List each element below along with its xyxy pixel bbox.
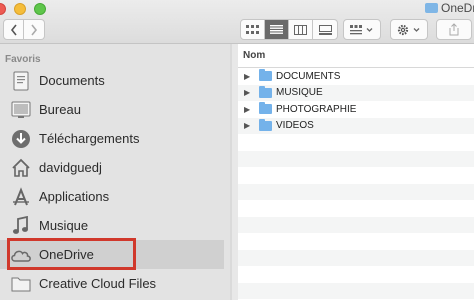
music-icon: [10, 215, 32, 237]
close-window-button[interactable]: [0, 3, 6, 15]
sidebar-item-label: Documents: [39, 73, 105, 88]
gallery-view-button[interactable]: [313, 20, 337, 39]
empty-row: [238, 200, 474, 217]
window-title-text: OneDrive: [441, 1, 474, 15]
gear-icon: [397, 24, 420, 35]
disclosure-triangle-icon[interactable]: ▶: [244, 121, 252, 130]
sidebar-heading: Favoris: [5, 54, 41, 65]
download-icon: [10, 128, 32, 150]
sidebar-item-label: Musique: [39, 218, 89, 233]
list-item-name: PHOTOGRAPHIE: [276, 103, 357, 115]
empty-row: [238, 167, 474, 184]
list-item-name: DOCUMENTS: [276, 70, 341, 82]
sidebar-divider: [230, 44, 232, 300]
gallery-view-icon: [318, 24, 332, 35]
sidebar-item-label: Applications: [39, 189, 110, 204]
folder-icon: [259, 102, 272, 115]
share-button[interactable]: [436, 19, 472, 40]
sidebar-item-musique[interactable]: Musique: [0, 211, 224, 240]
view-mode-control: [240, 19, 338, 40]
empty-row: [238, 134, 474, 151]
list-item-name: MUSIQUE: [276, 87, 323, 99]
disclosure-triangle-icon[interactable]: ▶: [244, 72, 252, 81]
list-item[interactable]: ▶ DOCUMENTS: [238, 68, 474, 85]
sidebar-item-davidguedj[interactable]: davidguedj: [0, 153, 224, 182]
icon-view-button[interactable]: [241, 20, 265, 39]
folder-icon: [259, 85, 272, 98]
chevron-right-icon: [31, 24, 38, 35]
icon-view-icon: [246, 25, 259, 34]
file-list: Nom ▶ DOCUMENTS ▶ MUSIQUE ▶ PHOTOGRAPHIE…: [238, 44, 474, 300]
folder-icon: [259, 69, 272, 82]
action-button[interactable]: [390, 19, 428, 40]
sidebar-item-label: Creative Cloud Files: [39, 276, 157, 291]
minimize-window-button[interactable]: [14, 3, 26, 15]
disclosure-triangle-icon[interactable]: ▶: [244, 105, 252, 114]
sidebar-item-bureau[interactable]: Bureau: [0, 95, 224, 124]
empty-row: [238, 233, 474, 250]
sidebar-item-applications[interactable]: Applications: [0, 182, 224, 211]
empty-row: [238, 216, 474, 233]
list-item[interactable]: ▶ MUSIQUE: [238, 84, 474, 101]
folder-icon: [425, 3, 438, 13]
highlight-box: [7, 238, 136, 270]
back-button[interactable]: [3, 19, 24, 40]
empty-row: [238, 183, 474, 200]
sidebar-item-label: Bureau: [39, 102, 81, 117]
file-rows: ▶ DOCUMENTS ▶ MUSIQUE ▶ PHOTOGRAPHIE ▶ V…: [238, 68, 474, 299]
arrange-button[interactable]: [343, 19, 381, 40]
sidebar-item-documents[interactable]: Documents: [0, 66, 224, 95]
empty-row: [238, 266, 474, 283]
documents-icon: [10, 70, 32, 92]
forward-button[interactable]: [24, 19, 45, 40]
window-title: OneDrive: [425, 1, 474, 15]
column-header-label: Nom: [243, 50, 266, 61]
empty-row: [238, 249, 474, 266]
desktop-icon: [10, 99, 32, 121]
toolbar: OneDrive: [0, 0, 474, 44]
empty-row: [238, 150, 474, 167]
column-header-name[interactable]: Nom: [238, 44, 474, 68]
list-item[interactable]: ▶ PHOTOGRAPHIE: [238, 101, 474, 118]
applications-icon: [10, 186, 32, 208]
share-icon: [449, 23, 459, 36]
sidebar-item-telechargements[interactable]: Téléchargements: [0, 124, 224, 153]
sidebar: Favoris Documents Bureau Téléchargements…: [0, 44, 232, 300]
disclosure-triangle-icon[interactable]: ▶: [244, 88, 252, 97]
list-item[interactable]: ▶ VIDEOS: [238, 117, 474, 134]
column-view-button[interactable]: [289, 20, 313, 39]
sidebar-item-label: davidguedj: [39, 160, 102, 175]
sidebar-item-label: Téléchargements: [39, 131, 140, 146]
folder-icon: [259, 118, 272, 131]
sidebar-item-creative-cloud-files[interactable]: Creative Cloud Files: [0, 269, 224, 298]
folder-icon: [10, 273, 32, 295]
chevron-left-icon: [10, 24, 17, 35]
home-icon: [10, 157, 32, 179]
grid-dropdown-icon: [350, 24, 373, 34]
column-view-icon: [294, 24, 307, 35]
empty-row: [238, 282, 474, 299]
list-view-button[interactable]: [265, 20, 289, 39]
list-item-name: VIDEOS: [276, 120, 314, 132]
zoom-window-button[interactable]: [34, 3, 46, 15]
list-view-icon: [270, 25, 283, 34]
